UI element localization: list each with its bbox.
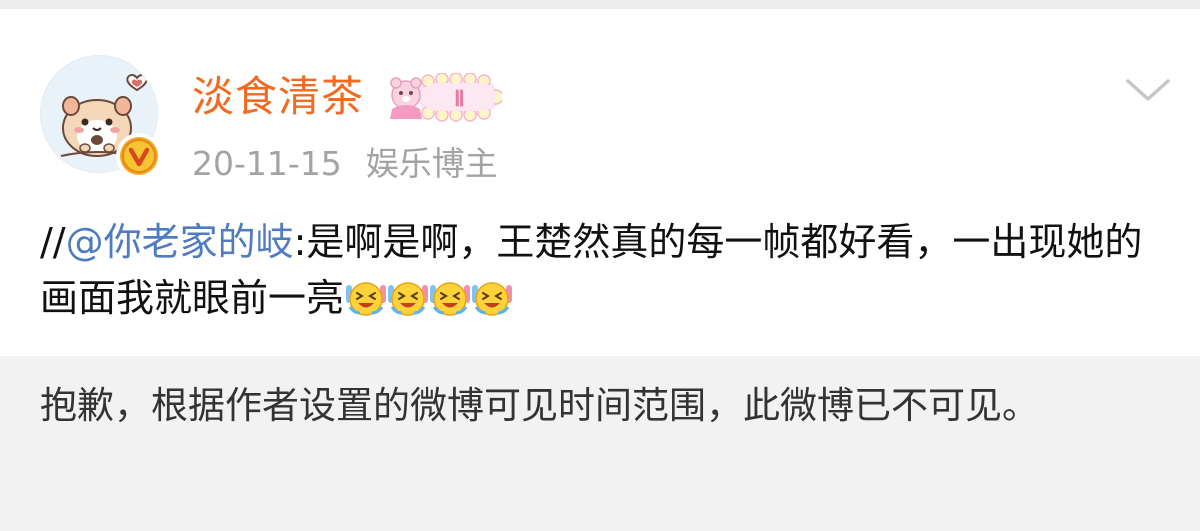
laughing-tears-emoji: [388, 282, 429, 316]
chevron-down-icon[interactable]: [1124, 71, 1172, 111]
visibility-notice: 抱歉，根据作者设置的微博可见时间范围，此微博已不可见。: [40, 384, 1039, 427]
post-meta: 20-11-15 娱乐博主: [192, 141, 498, 187]
emoji-row: [344, 276, 513, 320]
laughing-tears-emoji: [430, 282, 471, 316]
top-divider-strip: [0, 0, 1200, 9]
post-date: 20-11-15: [192, 144, 342, 183]
post-content: //@你老家的岐:是啊是啊，王楚然真的每一帧都好看，一出现她的画面我就眼前一亮: [40, 214, 1170, 326]
laughing-tears-emoji: [346, 282, 387, 316]
author-name[interactable]: 淡食清茶: [192, 69, 364, 125]
mention-link[interactable]: @你老家的岐: [66, 220, 294, 264]
verified-v-icon: [120, 137, 158, 175]
verified-badge: [116, 133, 162, 179]
post-card: 淡食清茶 Ⅱ 20-11-15 娱乐博主 //@你老家的岐:是啊是啊，王楚然真的每…: [0, 9, 1200, 356]
svg-text:Ⅱ: Ⅱ: [454, 86, 465, 111]
laughing-tears-emoji: [472, 282, 513, 316]
member-badge-icon[interactable]: Ⅱ: [384, 73, 502, 123]
post-source: 娱乐博主: [365, 144, 498, 183]
repost-prefix: //: [40, 220, 66, 264]
